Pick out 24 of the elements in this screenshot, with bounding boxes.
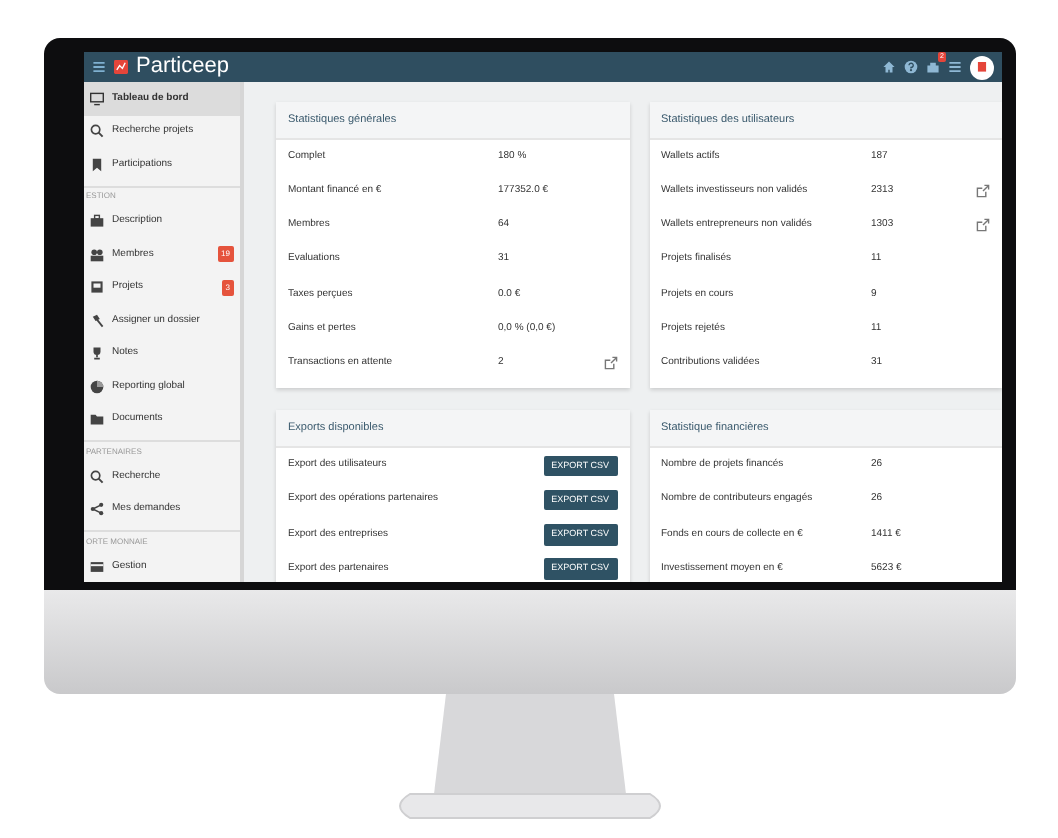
gavel-icon xyxy=(90,313,104,328)
notification-icon[interactable] xyxy=(926,60,940,74)
search-icon xyxy=(90,469,104,484)
credit-card-icon xyxy=(90,559,104,574)
briefcase-icon xyxy=(90,214,104,229)
user-avatar-icon[interactable] xyxy=(970,55,994,79)
folder-icon xyxy=(90,412,104,427)
external-link-icon[interactable] xyxy=(976,218,990,233)
external-link-icon[interactable] xyxy=(976,184,990,199)
users-icon xyxy=(90,247,104,262)
chart-logo-icon xyxy=(114,60,128,74)
external-link-icon[interactable] xyxy=(603,356,617,371)
menu-icon[interactable] xyxy=(948,60,962,74)
pie-chart-icon xyxy=(90,379,104,394)
trophy-icon xyxy=(90,346,104,361)
menu-icon[interactable] xyxy=(92,60,106,74)
search-icon xyxy=(90,124,104,139)
inbox-icon xyxy=(90,280,104,295)
help-icon[interactable] xyxy=(904,60,918,74)
brand-name: Particeep xyxy=(136,56,229,78)
monitor-icon xyxy=(90,91,104,106)
home-icon[interactable] xyxy=(882,60,896,74)
share-icon xyxy=(90,502,104,517)
bookmark-icon xyxy=(90,157,104,172)
